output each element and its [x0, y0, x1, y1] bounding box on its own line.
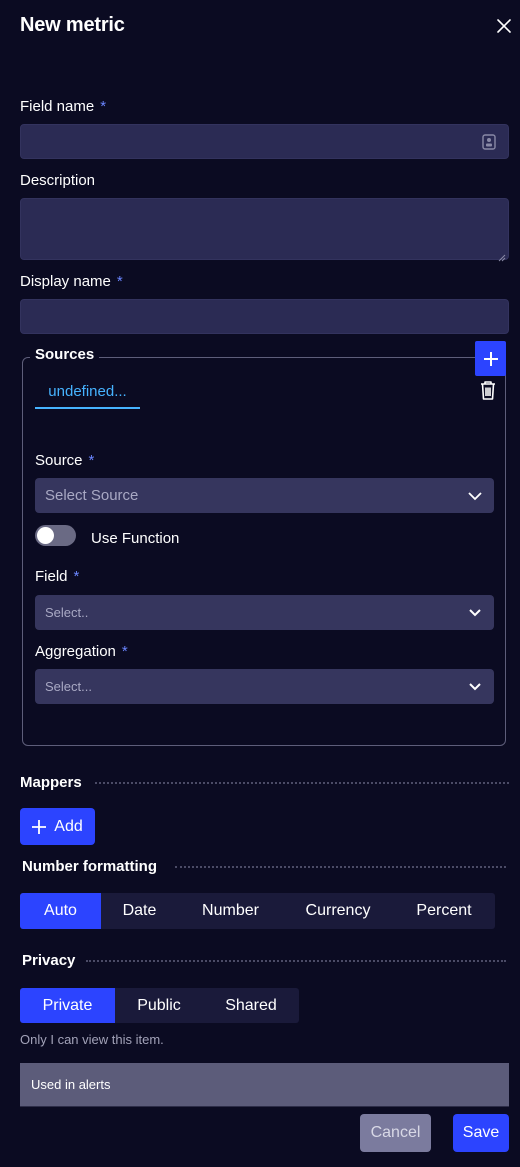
section-divider [175, 866, 506, 868]
privacy-option-private[interactable]: Private [20, 988, 115, 1023]
field-select[interactable]: Select.. [35, 595, 494, 630]
description-textarea[interactable] [20, 198, 509, 262]
field-name-input[interactable] [20, 124, 509, 159]
aggregation-select-placeholder: Select... [45, 679, 92, 694]
source-tab[interactable]: undefined... [35, 381, 140, 409]
required-marker: * [116, 273, 123, 290]
source-select-placeholder: Select Source [45, 487, 139, 504]
privacy-option-public[interactable]: Public [115, 988, 203, 1023]
required-marker: * [100, 98, 107, 115]
save-button[interactable]: Save [453, 1114, 509, 1152]
format-option-auto[interactable]: Auto [20, 893, 101, 929]
contact-card-icon [482, 134, 496, 150]
field-label: Field * [35, 568, 80, 585]
privacy-title: Privacy [22, 952, 76, 969]
field-select-placeholder: Select.. [45, 605, 89, 620]
required-marker: * [88, 452, 95, 469]
add-source-button[interactable] [475, 341, 506, 376]
use-function-toggle[interactable] [35, 525, 76, 546]
used-in-alerts-panel: Used in alerts [20, 1063, 509, 1107]
close-icon[interactable] [494, 16, 514, 36]
section-divider [86, 960, 506, 962]
display-name-label: Display name * [20, 273, 123, 290]
privacy-hint: Only I can view this item. [20, 1032, 164, 1047]
description-label: Description [20, 172, 96, 189]
format-option-percent[interactable]: Percent [393, 893, 495, 929]
number-formatting-title: Number formatting [22, 858, 157, 875]
format-option-date[interactable]: Date [101, 893, 178, 929]
field-name-label: Field name * [20, 98, 107, 115]
aggregation-select[interactable]: Select... [35, 669, 494, 704]
privacy-selector: Private Public Shared [20, 988, 299, 1023]
trash-icon[interactable] [477, 379, 499, 401]
dialog-title: New metric [20, 14, 125, 36]
section-divider [95, 782, 509, 784]
aggregation-label: Aggregation * [35, 643, 128, 660]
display-name-input[interactable] [20, 299, 509, 334]
required-marker: * [121, 643, 128, 660]
number-format-selector: Auto Date Number Currency Percent [20, 893, 495, 929]
format-option-number[interactable]: Number [178, 893, 283, 929]
source-label: Source * [35, 452, 95, 469]
add-mapper-button[interactable]: Add [20, 808, 95, 845]
chevron-down-icon [469, 608, 481, 616]
use-function-label: Use Function [91, 530, 180, 547]
plus-icon [483, 351, 498, 366]
add-mapper-label: Add [54, 817, 83, 835]
resize-handle-icon[interactable] [498, 249, 506, 262]
plus-icon [32, 819, 47, 834]
format-option-currency[interactable]: Currency [283, 893, 393, 929]
mappers-title: Mappers [20, 774, 82, 791]
toggle-knob [37, 527, 54, 544]
chevron-down-icon [469, 682, 481, 690]
sources-title: Sources [30, 346, 100, 363]
source-select[interactable]: Select Source [35, 478, 494, 513]
cancel-button[interactable]: Cancel [360, 1114, 431, 1152]
required-marker: * [73, 568, 80, 585]
privacy-option-shared[interactable]: Shared [203, 988, 299, 1023]
chevron-down-icon [468, 491, 482, 500]
